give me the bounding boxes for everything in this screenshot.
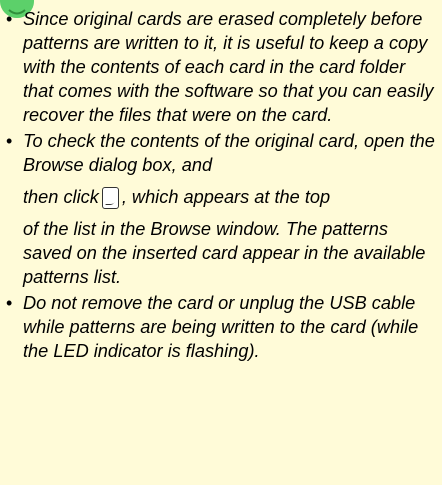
memory-card-icon [101,187,119,209]
note-item: To check the contents of the original ca… [5,129,437,289]
notes-list: Since original cards are erased complete… [5,7,437,365]
note-text: of the list in the Browse window. The pa… [23,219,426,287]
note-text: Do not remove the card or unplug the USB… [23,293,419,361]
note-text: To check the contents of the original ca… [23,131,435,175]
note-item: Since original cards are erased complete… [5,7,437,127]
note-text-with-button: then click , which appears at the top [23,185,437,209]
note-text: , which appears at the top [121,187,331,207]
note-item: Do not remove the card or unplug the USB… [5,291,437,363]
note-text: then click [23,187,99,207]
note-text: Since original cards are erased complete… [23,9,434,125]
